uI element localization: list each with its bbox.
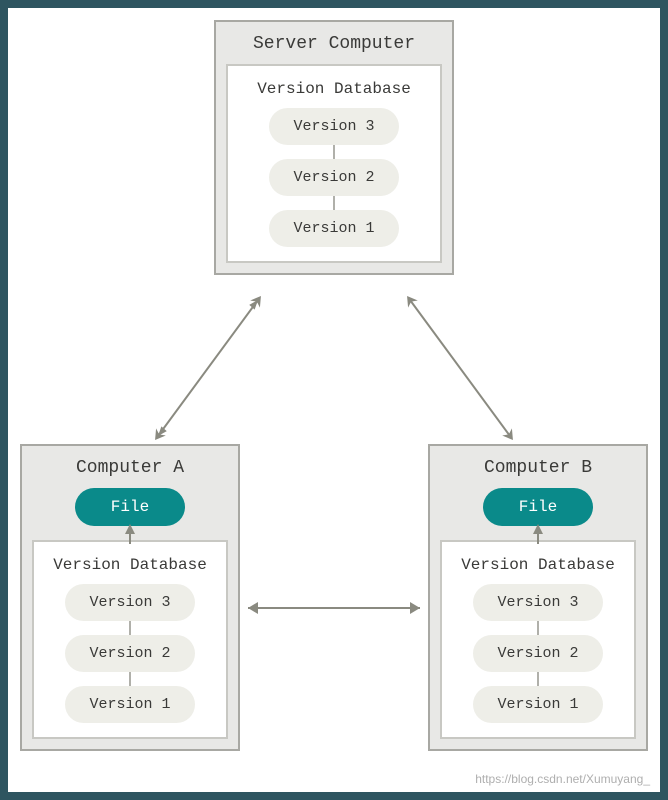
connector-line [333, 145, 335, 159]
arrowhead-icon [150, 428, 166, 443]
version-pill: Version 2 [269, 159, 399, 196]
version-pill: Version 1 [473, 686, 603, 723]
connector-line [537, 621, 539, 635]
computer-b-title: Computer B [430, 446, 646, 488]
version-pill: Version 3 [269, 108, 399, 145]
arrow-server-to-b [410, 300, 510, 436]
arrowhead-icon [249, 299, 258, 310]
version-pill: Version 1 [269, 210, 399, 247]
arrow-server-to-a [158, 300, 258, 436]
arrowhead-icon [248, 602, 258, 614]
diagram-canvas: Server Computer Version Database Version… [8, 8, 660, 792]
computer-b-db-box: Version Database Version 3 Version 2 Ver… [440, 540, 636, 739]
version-pill: Version 3 [65, 584, 195, 621]
connector-line [537, 672, 539, 686]
arrowhead-icon [402, 292, 418, 307]
server-db-title: Version Database [228, 76, 440, 108]
server-db-box: Version Database Version 3 Version 2 Ver… [226, 64, 442, 263]
arrowhead-icon [158, 426, 167, 437]
arrowhead-icon [502, 428, 518, 443]
server-computer-box: Server Computer Version Database Version… [214, 20, 454, 275]
version-pill: Version 2 [473, 635, 603, 672]
connector-line [333, 196, 335, 210]
connector-line [129, 621, 131, 635]
computer-b-box: Computer B File Version Database Version… [428, 444, 648, 751]
computer-a-box: Computer A File Version Database Version… [20, 444, 240, 751]
watermark-text: https://blog.csdn.net/Xumuyang_ [475, 772, 650, 786]
version-pill: Version 2 [65, 635, 195, 672]
file-pill: File [75, 488, 185, 526]
computer-a-title: Computer A [22, 446, 238, 488]
file-pill: File [483, 488, 593, 526]
arrowhead-icon [250, 292, 266, 307]
arrowhead-icon [410, 602, 420, 614]
server-title: Server Computer [216, 22, 452, 64]
version-pill: Version 3 [473, 584, 603, 621]
version-pill: Version 1 [65, 686, 195, 723]
computer-a-db-title: Version Database [34, 552, 226, 584]
computer-a-db-box: Version Database Version 3 Version 2 Ver… [32, 540, 228, 739]
connector-line [129, 672, 131, 686]
computer-b-db-title: Version Database [442, 552, 634, 584]
